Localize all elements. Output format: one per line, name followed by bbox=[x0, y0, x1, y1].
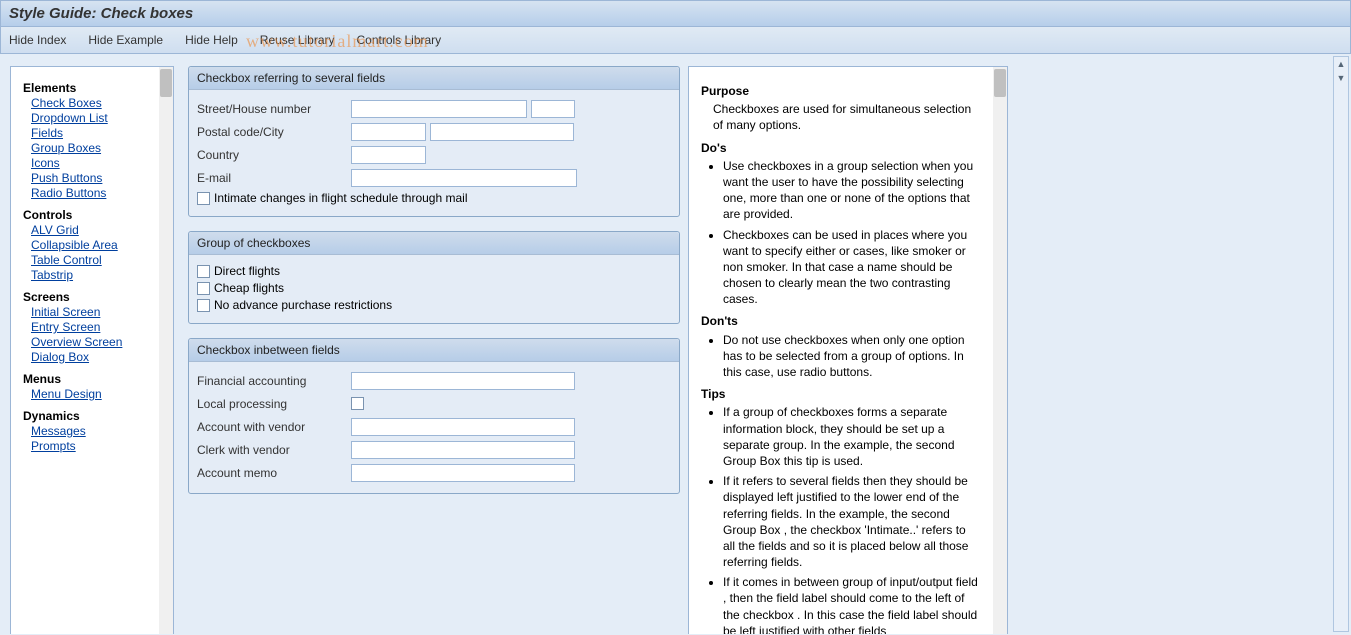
house-number-field[interactable] bbox=[531, 100, 575, 118]
groupbox-several-fields: Checkbox referring to several fields Str… bbox=[188, 66, 680, 217]
sidebar-group-heading: Screens bbox=[23, 290, 151, 304]
index-scrollbar[interactable] bbox=[159, 67, 173, 634]
hide-help-button[interactable]: Hide Help bbox=[185, 33, 238, 47]
intimate-label: Intimate changes in flight schedule thro… bbox=[214, 191, 467, 205]
sidebar-group-heading: Controls bbox=[23, 208, 151, 222]
groupbox-title: Checkbox inbetween fields bbox=[189, 339, 679, 362]
help-heading-donts: Don'ts bbox=[701, 313, 981, 329]
controls-library-button[interactable]: Controls Library bbox=[356, 33, 441, 47]
hide-example-button[interactable]: Hide Example bbox=[88, 33, 163, 47]
account-memo-field[interactable] bbox=[351, 464, 575, 482]
sidebar-link[interactable]: Push Buttons bbox=[31, 171, 151, 185]
city-field[interactable] bbox=[430, 123, 574, 141]
account-vendor-field[interactable] bbox=[351, 418, 575, 436]
groupbox-inbetween-fields: Checkbox inbetween fields Financial acco… bbox=[188, 338, 680, 494]
sidebar-group-heading: Menus bbox=[23, 372, 151, 386]
label-country: Country bbox=[197, 148, 347, 162]
label-account-memo: Account memo bbox=[197, 466, 347, 480]
email-field[interactable] bbox=[351, 169, 577, 187]
sidebar-link[interactable]: Menu Design bbox=[31, 387, 151, 401]
scroll-up-icon[interactable]: ▲ bbox=[1334, 57, 1348, 71]
label-financial: Financial accounting bbox=[197, 374, 347, 388]
label-street: Street/House number bbox=[197, 102, 347, 116]
hide-index-button[interactable]: Hide Index bbox=[9, 33, 66, 47]
help-panel: Purpose Checkboxes are used for simultan… bbox=[688, 66, 1008, 634]
help-bullet: Checkboxes can be used in places where y… bbox=[723, 227, 981, 308]
sidebar-link[interactable]: Overview Screen bbox=[31, 335, 151, 349]
help-bullet: If it refers to several fields then they… bbox=[723, 473, 981, 570]
help-purpose-text: Checkboxes are used for simultaneous sel… bbox=[713, 101, 981, 133]
sidebar-link[interactable]: Prompts bbox=[31, 439, 151, 453]
label-local-processing: Local processing bbox=[197, 397, 347, 411]
help-heading-dos: Do's bbox=[701, 140, 981, 156]
sidebar-link[interactable]: Tabstrip bbox=[31, 268, 151, 282]
intimate-checkbox[interactable] bbox=[197, 192, 210, 205]
index-panel: ElementsCheck BoxesDropdown ListFieldsGr… bbox=[10, 66, 174, 634]
label-clerk-vendor: Clerk with vendor bbox=[197, 443, 347, 457]
local-processing-checkbox[interactable] bbox=[351, 397, 364, 410]
help-heading-tips: Tips bbox=[701, 386, 981, 402]
help-heading-purpose: Purpose bbox=[701, 83, 981, 99]
sidebar-link[interactable]: Icons bbox=[31, 156, 151, 170]
sidebar-link[interactable]: Initial Screen bbox=[31, 305, 151, 319]
help-bullet: If a group of checkboxes forms a separat… bbox=[723, 404, 981, 469]
reuse-library-button[interactable]: Reuse Library bbox=[260, 33, 335, 47]
help-bullet: Do not use checkboxes when only one opti… bbox=[723, 332, 981, 381]
sidebar-link[interactable]: Dropdown List bbox=[31, 111, 151, 125]
country-field[interactable] bbox=[351, 146, 426, 164]
no-advance-label: No advance purchase restrictions bbox=[214, 298, 392, 312]
groupbox-group-of-checkboxes: Group of checkboxes Direct flights Cheap… bbox=[188, 231, 680, 324]
sidebar-link[interactable]: Entry Screen bbox=[31, 320, 151, 334]
example-panel: Checkbox referring to several fields Str… bbox=[188, 66, 680, 508]
sidebar-link[interactable]: Fields bbox=[31, 126, 151, 140]
direct-flights-checkbox[interactable] bbox=[197, 265, 210, 278]
sidebar-group-heading: Dynamics bbox=[23, 409, 151, 423]
sidebar-group-heading: Elements bbox=[23, 81, 151, 95]
cheap-flights-checkbox[interactable] bbox=[197, 282, 210, 295]
label-postal: Postal code/City bbox=[197, 125, 347, 139]
label-email: E-mail bbox=[197, 171, 347, 185]
groupbox-title: Group of checkboxes bbox=[189, 232, 679, 255]
sidebar-link[interactable]: Table Control bbox=[31, 253, 151, 267]
help-bullet: Use checkboxes in a group selection when… bbox=[723, 158, 981, 223]
title-bar: Style Guide: Check boxes bbox=[0, 0, 1351, 27]
direct-flights-label: Direct flights bbox=[214, 264, 280, 278]
sidebar-link[interactable]: Check Boxes bbox=[31, 96, 151, 110]
sidebar-link[interactable]: Dialog Box bbox=[31, 350, 151, 364]
financial-accounting-field[interactable] bbox=[351, 372, 575, 390]
main-area: ElementsCheck BoxesDropdown ListFieldsGr… bbox=[0, 54, 1351, 634]
sidebar-link[interactable]: Collapsible Area bbox=[31, 238, 151, 252]
label-account-vendor: Account with vendor bbox=[197, 420, 347, 434]
main-scrollbar[interactable]: ▲ ▼ bbox=[1333, 56, 1349, 632]
postal-code-field[interactable] bbox=[351, 123, 426, 141]
cheap-flights-label: Cheap flights bbox=[214, 281, 284, 295]
clerk-vendor-field[interactable] bbox=[351, 441, 575, 459]
sidebar-link[interactable]: ALV Grid bbox=[31, 223, 151, 237]
no-advance-checkbox[interactable] bbox=[197, 299, 210, 312]
help-scrollbar[interactable] bbox=[993, 67, 1007, 634]
scroll-down-icon[interactable]: ▼ bbox=[1334, 71, 1348, 85]
page-title: Style Guide: Check boxes bbox=[9, 5, 193, 22]
groupbox-title: Checkbox referring to several fields bbox=[189, 67, 679, 90]
sidebar-link[interactable]: Group Boxes bbox=[31, 141, 151, 155]
help-bullet: If it comes in between group of input/ou… bbox=[723, 574, 981, 634]
sidebar-link[interactable]: Messages bbox=[31, 424, 151, 438]
toolbar: Hide Index Hide Example Hide Help Reuse … bbox=[0, 27, 1351, 54]
sidebar-link[interactable]: Radio Buttons bbox=[31, 186, 151, 200]
street-field[interactable] bbox=[351, 100, 527, 118]
